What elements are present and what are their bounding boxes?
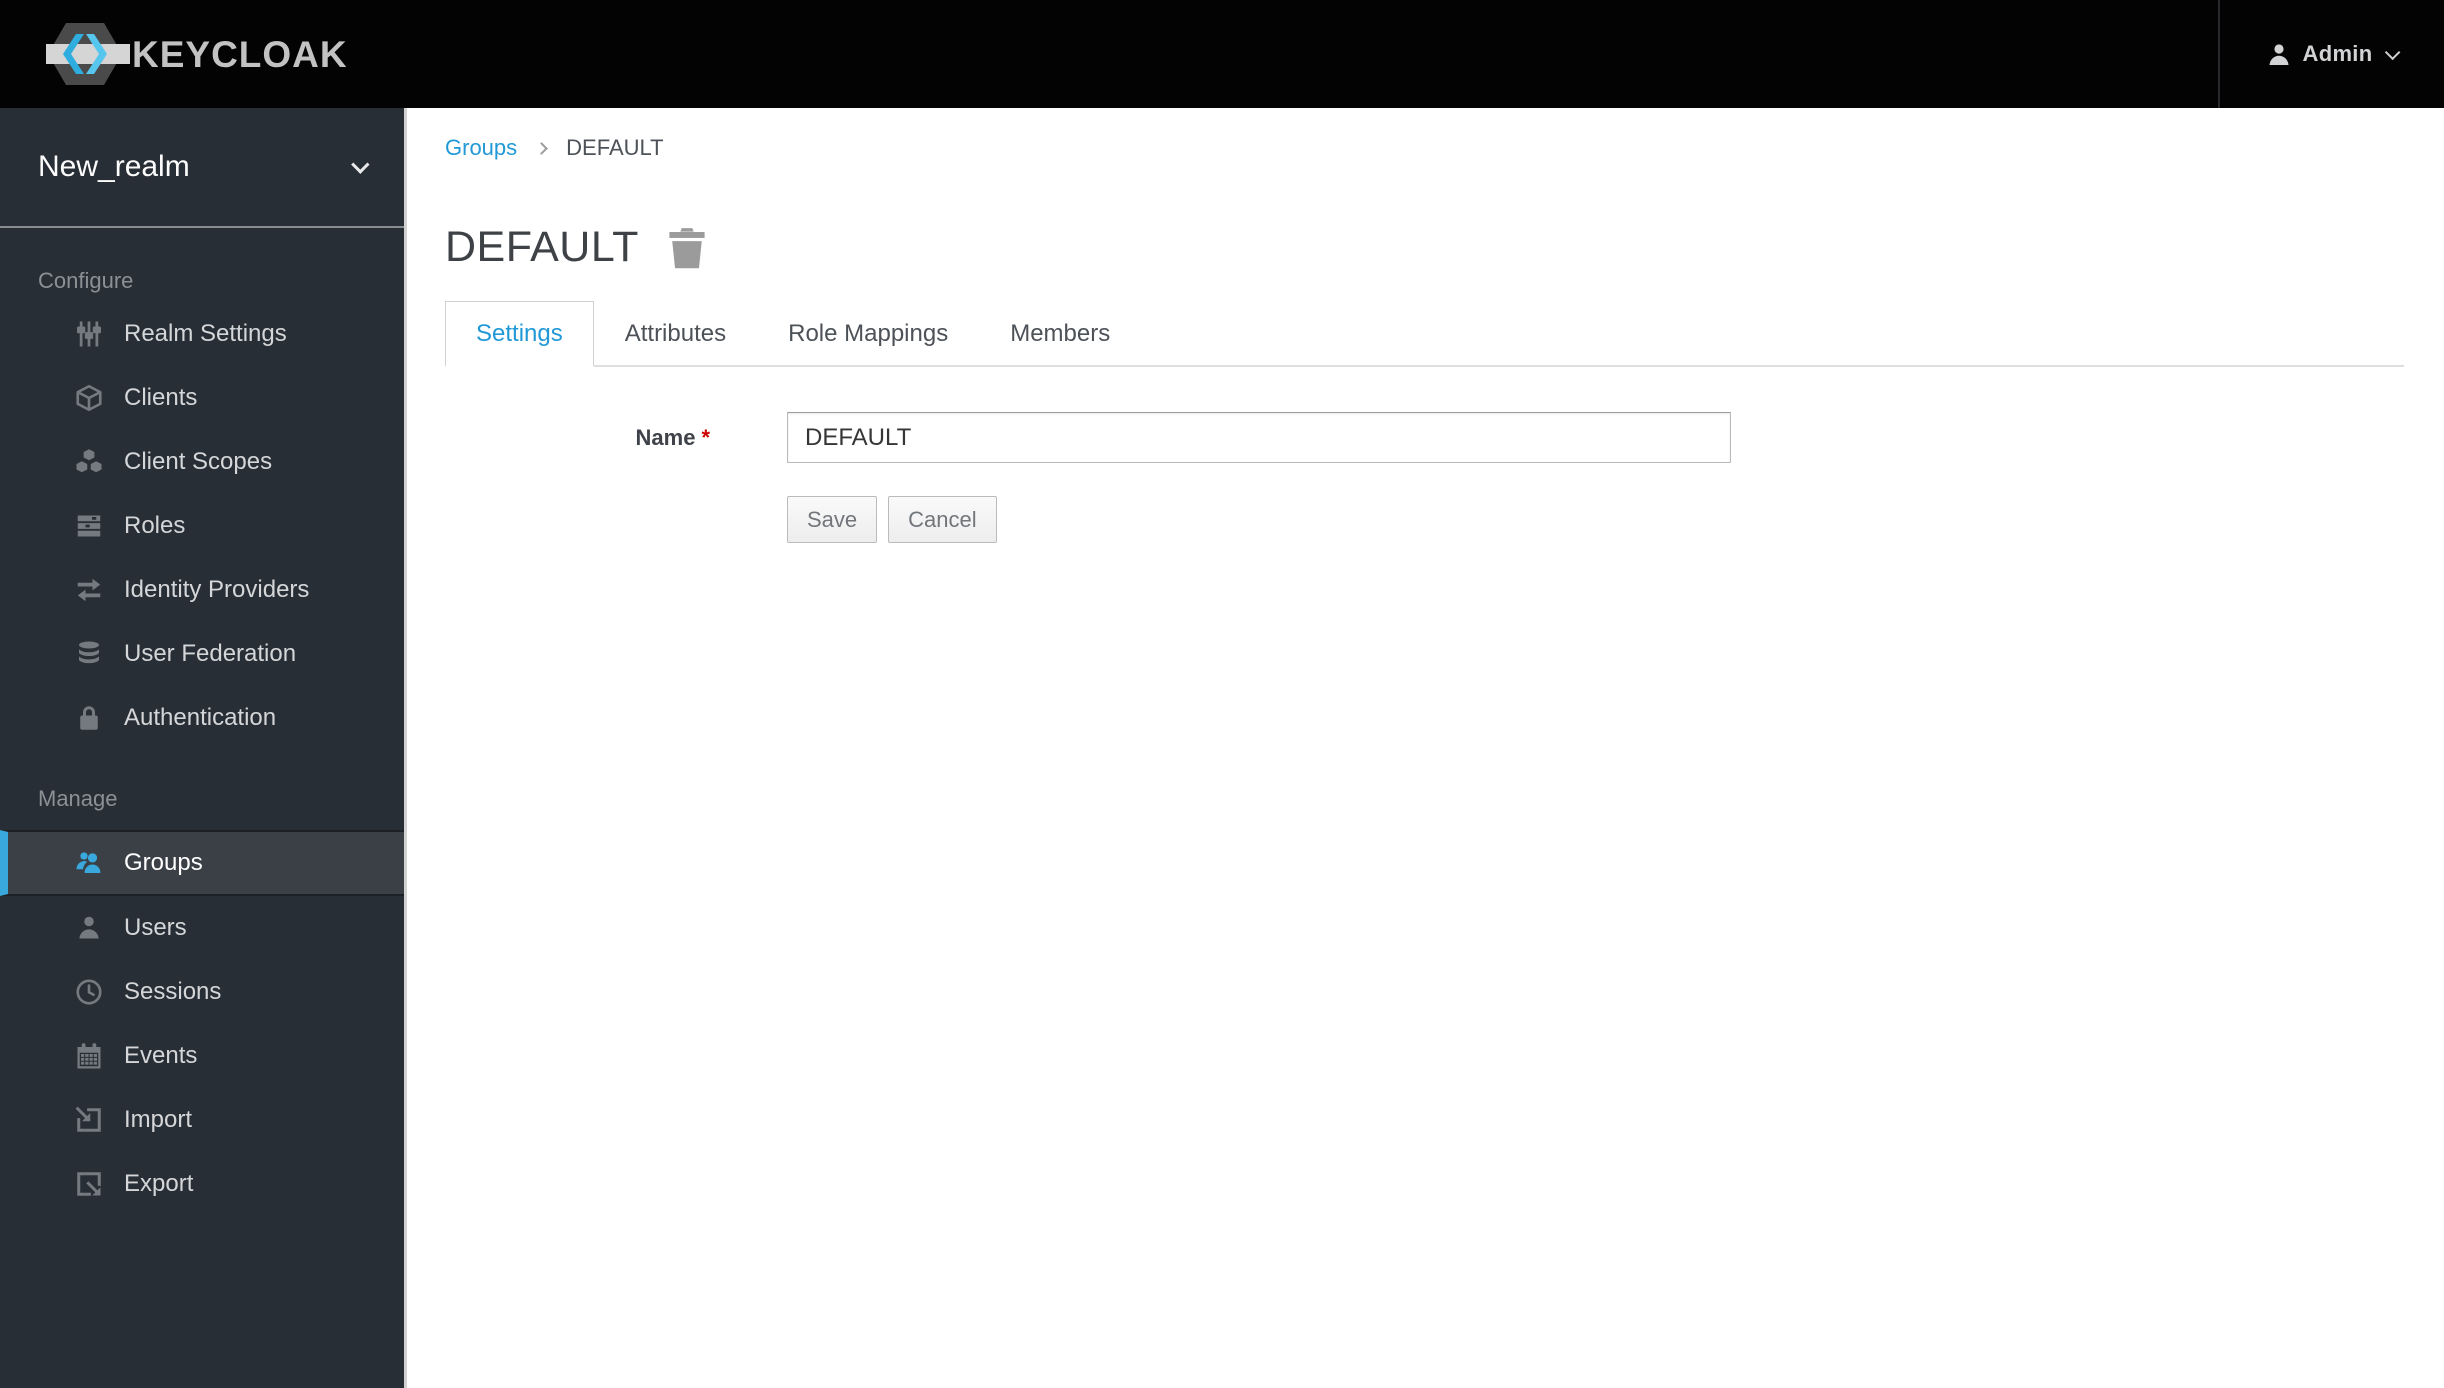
tab-role-mappings[interactable]: Role Mappings [757,301,979,367]
sidebar-item-sessions[interactable]: Sessions [0,960,404,1024]
sidebar-item-label: Events [124,1042,198,1069]
sidebar-item-import[interactable]: Import [0,1088,404,1152]
import-icon [72,1103,106,1137]
brand-text: KEYCLOAK [132,34,348,75]
sidebar-item-realm-settings[interactable]: Realm Settings [0,302,404,366]
main-content: Groups DEFAULT DEFAULT Settings Attribut… [404,108,2444,1388]
sidebar-item-events[interactable]: Events [0,1024,404,1088]
chevron-down-icon [2385,44,2401,60]
sidebar-item-authentication[interactable]: Authentication [0,686,404,750]
sidebar-item-label: User Federation [124,640,297,667]
tab-bar: Settings Attributes Role Mappings Member… [445,299,2404,367]
chevron-down-icon [351,154,370,174]
required-marker: * [701,424,710,450]
sidebar-item-label: Clients [124,384,198,411]
sidebar-item-label: Export [124,1170,194,1197]
sidebar-item-client-scopes[interactable]: Client Scopes [0,430,404,494]
title-row: DEFAULT [445,223,2444,272]
sidebar-item-label: Sessions [124,978,222,1005]
sidebar-item-label: Import [124,1106,193,1133]
manage-nav: Groups Users Sessions Events Import Expo… [0,830,404,1216]
section-label-configure: Configure [38,268,134,293]
sidebar-item-user-federation[interactable]: User Federation [0,622,404,686]
sidebar-item-users[interactable]: Users [0,896,404,960]
section-label-manage: Manage [38,786,118,811]
sidebar-item-groups[interactable]: Groups [0,830,404,896]
name-field-label: Name * [445,425,710,451]
name-label-text: Name [635,424,696,450]
tab-settings[interactable]: Settings [445,301,594,367]
app-header: KEYCLOAK Admin [0,0,2444,108]
sidebar-item-label: Identity Providers [124,576,310,603]
user-menu-label: Admin [2302,41,2373,66]
keycloak-logo[interactable]: KEYCLOAK [46,21,356,87]
breadcrumb: Groups DEFAULT [445,135,2444,161]
user-menu[interactable]: Admin [2220,0,2444,108]
save-button[interactable]: Save [787,496,878,543]
sidebar-item-label: Realm Settings [124,320,287,347]
breadcrumb-link-groups[interactable]: Groups [445,135,517,161]
configure-nav: Realm Settings Clients Client Scopes Rol… [0,302,404,750]
lock-icon [72,701,106,735]
sidebar-item-roles[interactable]: Roles [0,494,404,558]
sidebar-item-label: Roles [124,512,186,539]
user-icon [72,911,106,945]
sidebar-item-label: Client Scopes [124,448,273,475]
sidebar-item-clients[interactable]: Clients [0,366,404,430]
name-form-row: Name * [445,412,2444,463]
sidebar-item-identity-providers[interactable]: Identity Providers [0,558,404,622]
sidebar-item-label: Groups [124,849,203,876]
sidebar-item-label: Users [124,914,187,941]
user-avatar-icon [2269,44,2289,65]
sidebar-item-label: Authentication [124,704,277,731]
realm-selector-value: New_realm [38,150,190,183]
delete-group-button[interactable] [667,226,709,270]
sidebar-item-export[interactable]: Export [0,1152,404,1216]
group-settings-form: Name* Save Cancel [445,412,2444,543]
cubes-icon [72,445,106,479]
cube-icon [72,381,106,415]
page-title: DEFAULT [445,223,639,271]
database-icon [72,637,106,671]
cancel-button[interactable]: Cancel [888,496,997,543]
tab-attributes[interactable]: Attributes [594,301,757,367]
tab-members[interactable]: Members [979,301,1141,367]
realm-selector[interactable]: New_realm [0,108,404,228]
calendar-icon [72,1039,106,1073]
users-icon [72,846,106,880]
trash-icon [669,227,705,268]
breadcrumb-separator-icon [535,141,549,155]
tasks-icon [72,509,106,543]
export-icon [72,1167,106,1201]
clock-icon [72,975,106,1009]
logo-band [46,44,130,64]
sliders-icon [72,317,106,351]
form-actions: Save Cancel [787,496,2444,543]
sidebar: New_realm Configure Realm Settings Clien… [0,108,404,1388]
group-name-input[interactable] [787,412,1731,463]
exchange-arrows-icon [72,573,106,607]
breadcrumb-current: DEFAULT [566,135,664,160]
